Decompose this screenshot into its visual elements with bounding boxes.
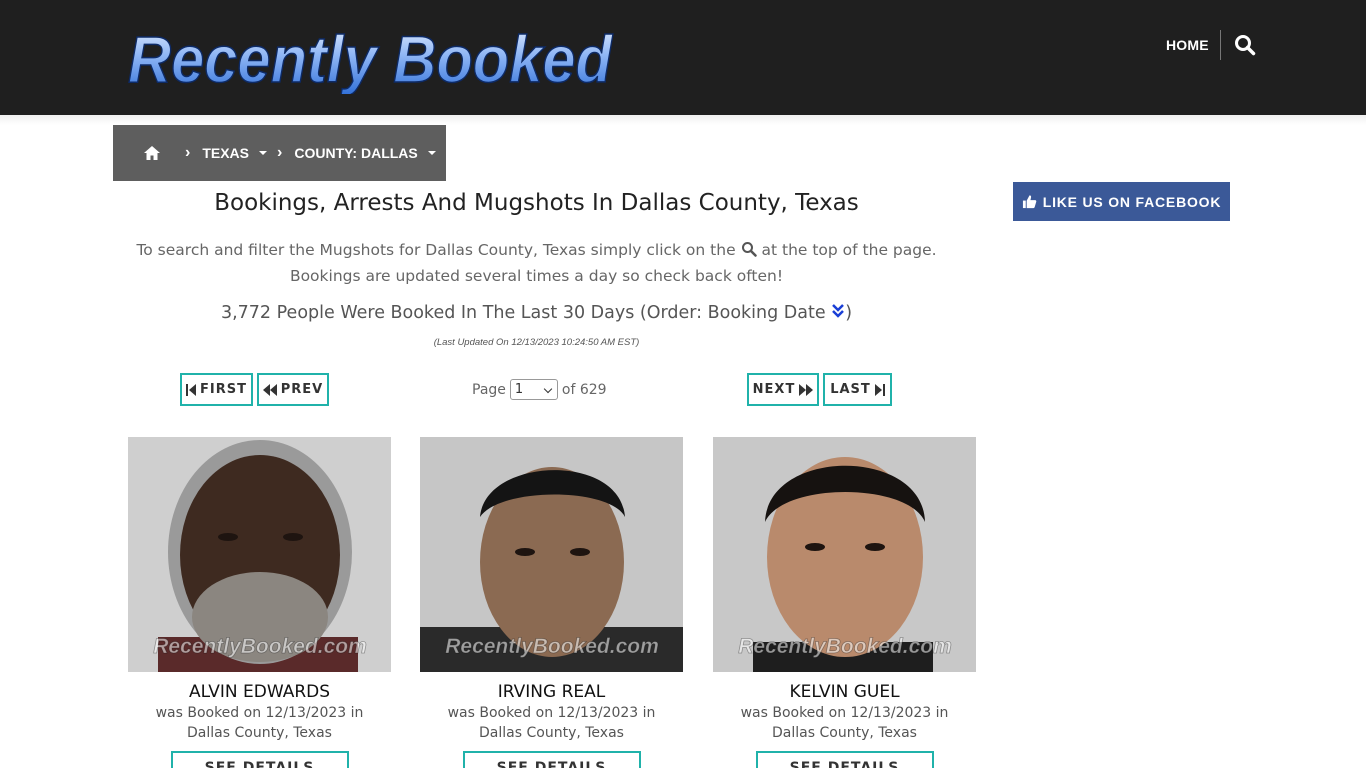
breadcrumb-state[interactable]: TEXAS <box>202 145 268 161</box>
forward-icon <box>799 383 814 396</box>
facebook-like-button[interactable]: LIKE US ON FACEBOOK <box>1013 182 1230 221</box>
booking-info: was Booked on 12/13/2023 in Dallas Count… <box>713 703 976 743</box>
step-backward-icon <box>186 383 197 396</box>
chevron-down-icon <box>543 384 553 394</box>
booking-date-line: was Booked on 12/13/2023 in <box>155 705 364 721</box>
person-name[interactable]: IRVING REAL <box>420 682 683 702</box>
caret-down-icon <box>259 151 268 155</box>
thumbs-up-icon <box>1022 195 1037 209</box>
booking-date-line: was Booked on 12/13/2023 in <box>740 705 949 721</box>
booking-count-text: 3,772 People Were Booked In The Last 30 … <box>220 303 826 323</box>
booking-card[interactable]: RecentlyBooked.com KELVIN GUEL was Booke… <box>713 437 976 768</box>
page-total: of 629 <box>561 381 607 398</box>
double-chevron-down-icon[interactable] <box>831 303 845 319</box>
mugshot-photo[interactable]: RecentlyBooked.com <box>713 437 976 672</box>
logo-text: Recently Booked <box>128 22 614 94</box>
page-selector: Page 1 of 629 <box>472 379 607 400</box>
site-logo[interactable]: Recently Booked <box>124 18 619 94</box>
booking-county-line: Dallas County, Texas <box>479 725 624 741</box>
booking-count: 3,772 People Were Booked In The Last 30 … <box>113 303 960 323</box>
step-forward-icon <box>874 383 885 396</box>
booking-info: was Booked on 12/13/2023 in Dallas Count… <box>420 703 683 743</box>
intro-text-before: To search and filter the Mugshots for Da… <box>136 241 736 259</box>
header-shadow <box>0 115 1366 125</box>
last-updated: (Last Updated On 12/13/2023 10:24:50 AM … <box>433 337 640 348</box>
breadcrumb: › TEXAS › COUNTY: DALLAS <box>113 125 446 181</box>
breadcrumb-county-label: COUNTY: DALLAS <box>294 145 418 161</box>
chevron-right-icon: › <box>277 144 283 161</box>
mugshot-photo[interactable]: RecentlyBooked.com <box>420 437 683 672</box>
mugshot-watermark: RecentlyBooked.com <box>153 635 367 658</box>
page-select-value: 1 <box>514 382 524 397</box>
last-page-button[interactable]: LAST <box>823 373 892 406</box>
person-name[interactable]: ALVIN EDWARDS <box>128 682 391 702</box>
booking-card[interactable]: RecentlyBooked.com IRVING REAL was Booke… <box>420 437 683 768</box>
booking-county-line: Dallas County, Texas <box>772 725 917 741</box>
next-page-button[interactable]: NEXT <box>747 373 819 406</box>
prev-page-label: PREV <box>280 382 324 397</box>
first-page-button[interactable]: FIRST <box>180 373 253 406</box>
booking-county-line: Dallas County, Texas <box>187 725 332 741</box>
page-title: Bookings, Arrests And Mugshots In Dallas… <box>214 190 859 216</box>
see-details-button[interactable]: SEE DETAILS <box>755 751 934 768</box>
mugshot-watermark: RecentlyBooked.com <box>445 635 659 658</box>
booking-info: was Booked on 12/13/2023 in Dallas Count… <box>128 703 391 743</box>
mugshot-watermark: RecentlyBooked.com <box>738 635 952 658</box>
see-details-button[interactable]: SEE DETAILS <box>462 751 641 768</box>
facebook-like-label: LIKE US ON FACEBOOK <box>1042 193 1222 210</box>
breadcrumb-state-label: TEXAS <box>202 145 250 161</box>
caret-down-icon <box>427 151 436 155</box>
nav-home-link[interactable]: HOME <box>1166 37 1209 53</box>
first-page-label: FIRST <box>200 382 247 397</box>
last-page-label: LAST <box>830 382 871 397</box>
search-icon[interactable] <box>741 239 757 257</box>
site-header: Recently Booked HOME <box>0 0 1366 115</box>
prev-page-button[interactable]: PREV <box>257 373 329 406</box>
chevron-right-icon: › <box>185 144 191 161</box>
booking-card[interactable]: RecentlyBooked.com ALVIN EDWARDS was Boo… <box>128 437 391 768</box>
home-icon[interactable] <box>143 145 161 161</box>
intro-text: To search and filter the Mugshots for Da… <box>113 237 960 289</box>
page-label: Page <box>472 381 506 398</box>
page-select[interactable]: 1 <box>509 379 558 400</box>
next-page-label: NEXT <box>752 382 796 397</box>
nav-divider <box>1220 30 1221 60</box>
person-name[interactable]: KELVIN GUEL <box>713 682 976 702</box>
booking-count-close: ) <box>845 303 853 323</box>
search-icon[interactable] <box>1234 34 1256 56</box>
backward-icon <box>262 383 277 396</box>
mugshot-photo[interactable]: RecentlyBooked.com <box>128 437 391 672</box>
see-details-button[interactable]: SEE DETAILS <box>170 751 349 768</box>
breadcrumb-county[interactable]: COUNTY: DALLAS <box>294 145 436 161</box>
booking-date-line: was Booked on 12/13/2023 in <box>447 705 656 721</box>
